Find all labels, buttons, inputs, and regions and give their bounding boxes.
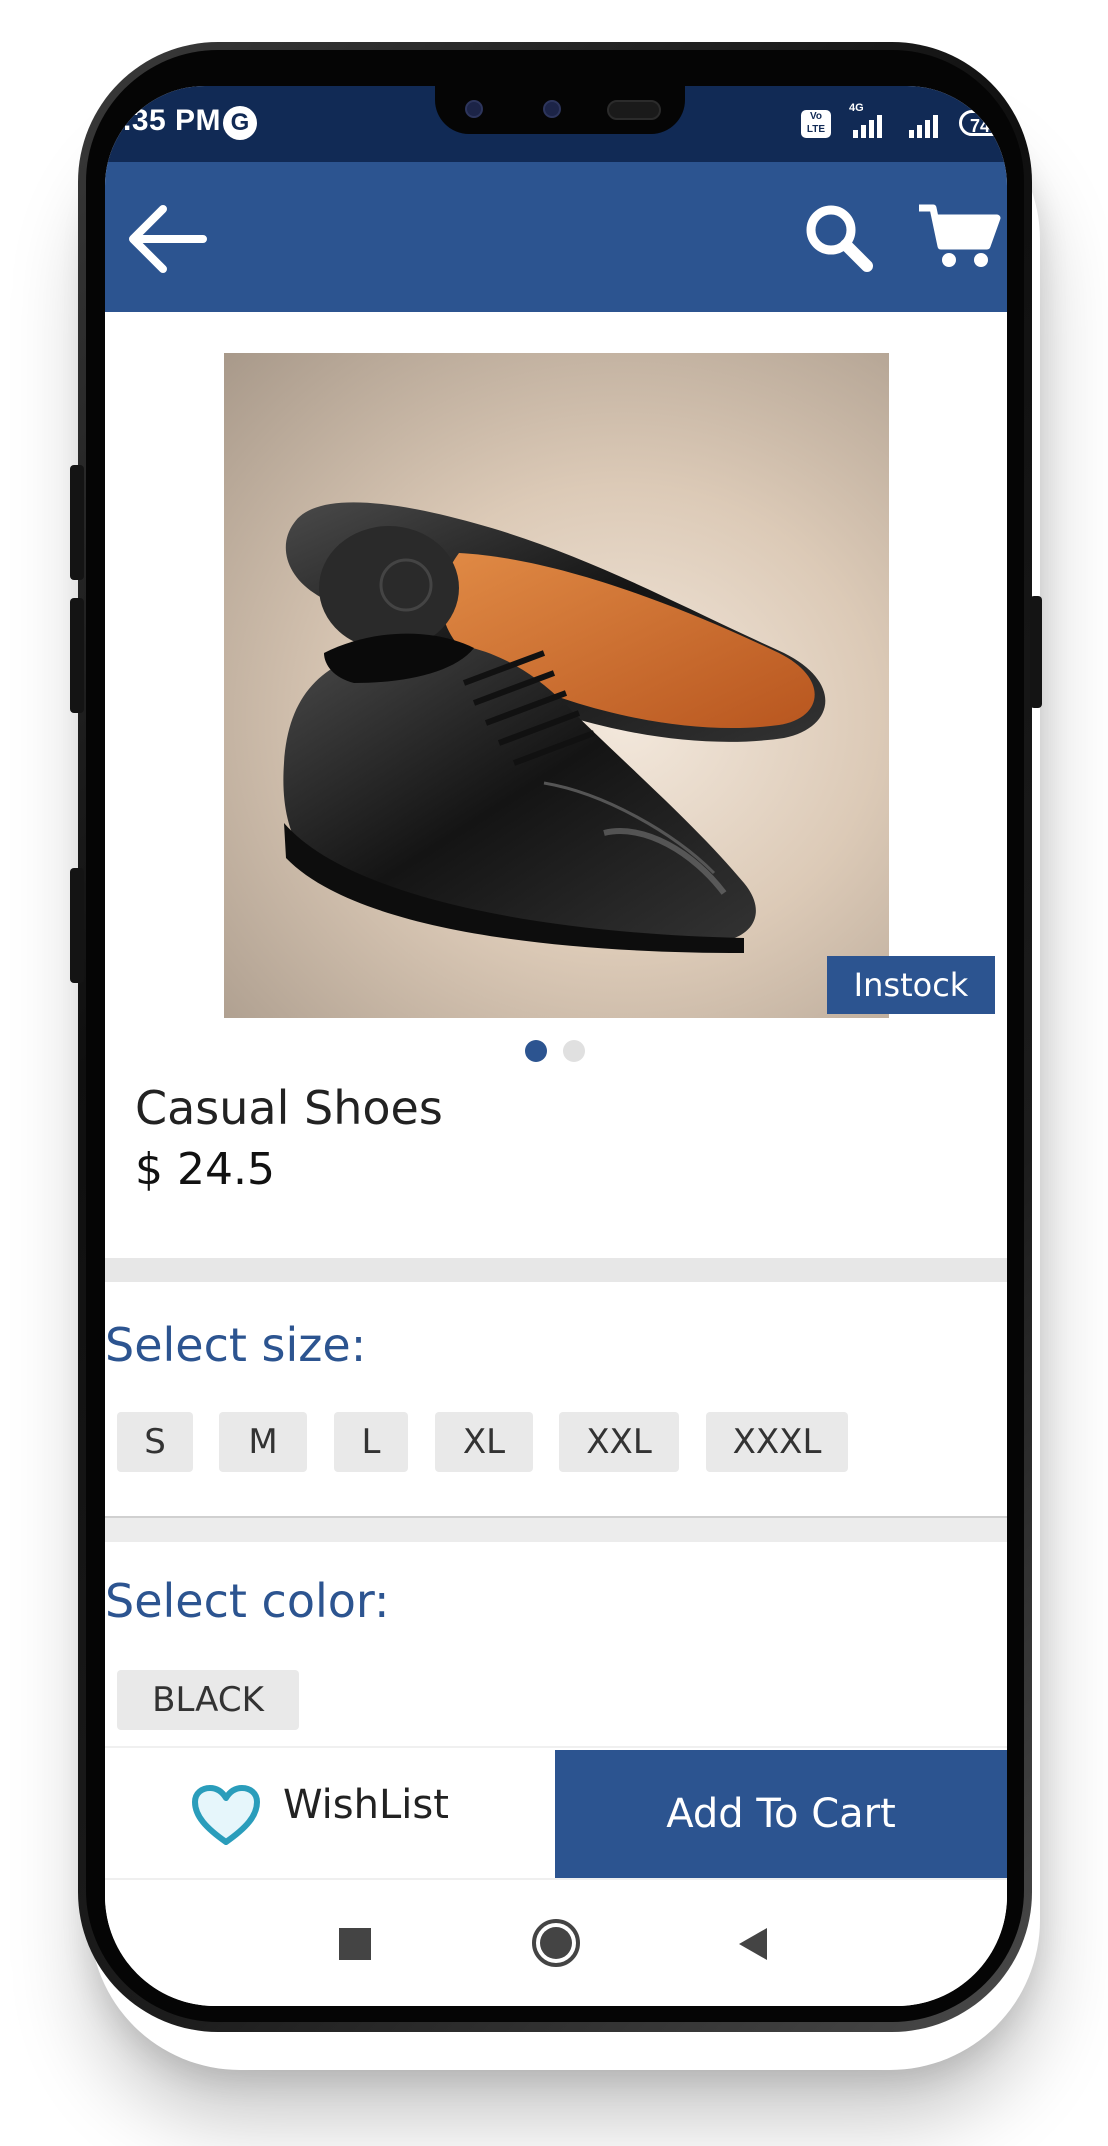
size-option-xl[interactable]: XL bbox=[435, 1412, 533, 1472]
carousel-dot-active[interactable] bbox=[525, 1040, 547, 1062]
side-button-left-3 bbox=[70, 868, 84, 983]
wishlist-button[interactable]: WishList bbox=[105, 1748, 555, 1880]
size-option-xxl[interactable]: XXL bbox=[559, 1412, 679, 1472]
signal-icon bbox=[847, 112, 891, 138]
shoe-photo bbox=[283, 502, 826, 953]
add-to-cart-button[interactable]: Add To Cart bbox=[555, 1750, 1007, 1878]
carousel-dot[interactable] bbox=[563, 1040, 585, 1062]
product-image[interactable] bbox=[224, 353, 889, 1018]
triangle-left-icon bbox=[739, 1928, 767, 1960]
home-button[interactable] bbox=[523, 1910, 589, 1976]
side-button-left-2 bbox=[70, 598, 84, 713]
size-option-s[interactable]: S bbox=[117, 1412, 193, 1472]
product-name: Casual Shoes bbox=[135, 1081, 443, 1135]
size-section-title: Select size: bbox=[105, 1318, 367, 1372]
search-icon bbox=[806, 205, 873, 272]
bottom-action-bar: WishList Add To Cart bbox=[105, 1746, 1007, 1880]
cart-icon bbox=[919, 204, 1001, 267]
section-divider bbox=[105, 1258, 1007, 1282]
google-icon: G bbox=[223, 106, 257, 140]
stock-badge: Instock bbox=[827, 956, 995, 1014]
phone-screen: .35 PM G Vo LTE 4G 74 Instock Casual Sho… bbox=[105, 86, 1007, 2006]
status-time: .35 PM bbox=[123, 104, 222, 137]
app-bar bbox=[105, 162, 1007, 312]
system-nav-bar bbox=[105, 1878, 1007, 2006]
cart-button[interactable] bbox=[913, 190, 1003, 280]
size-option-xxxl[interactable]: XXXL bbox=[706, 1412, 848, 1472]
volte-icon: Vo LTE bbox=[801, 110, 831, 138]
front-sensor-icon bbox=[543, 100, 561, 118]
nav-back-button[interactable] bbox=[723, 1914, 783, 1974]
battery-icon: 74 bbox=[959, 110, 1005, 136]
product-price: $ 24.5 bbox=[135, 1144, 275, 1195]
color-option-black[interactable]: BLACK bbox=[117, 1670, 299, 1730]
square-icon bbox=[339, 1928, 371, 1960]
recent-apps-button[interactable] bbox=[325, 1914, 385, 1974]
screenshot-stage: .35 PM G Vo LTE 4G 74 Instock Casual Sho… bbox=[0, 0, 1108, 2146]
earpiece-speaker bbox=[607, 100, 661, 120]
signal-icon bbox=[905, 112, 949, 138]
color-section-title: Select color: bbox=[105, 1574, 390, 1628]
size-option-m[interactable]: M bbox=[219, 1412, 307, 1472]
search-button[interactable] bbox=[795, 192, 885, 282]
status-bar: .35 PM G Vo LTE 4G 74 bbox=[105, 86, 1007, 162]
size-option-l[interactable]: L bbox=[334, 1412, 408, 1472]
heart-icon bbox=[192, 1785, 260, 1845]
back-button[interactable] bbox=[123, 194, 213, 284]
camera-notch bbox=[435, 86, 685, 134]
side-button-right bbox=[1030, 596, 1042, 708]
side-button-left-1 bbox=[70, 465, 84, 580]
front-camera-icon bbox=[465, 100, 483, 118]
section-divider bbox=[105, 1516, 1007, 1542]
circle-icon bbox=[532, 1919, 580, 1967]
wishlist-label: WishList bbox=[283, 1782, 449, 1828]
arrow-left-icon bbox=[129, 205, 207, 273]
